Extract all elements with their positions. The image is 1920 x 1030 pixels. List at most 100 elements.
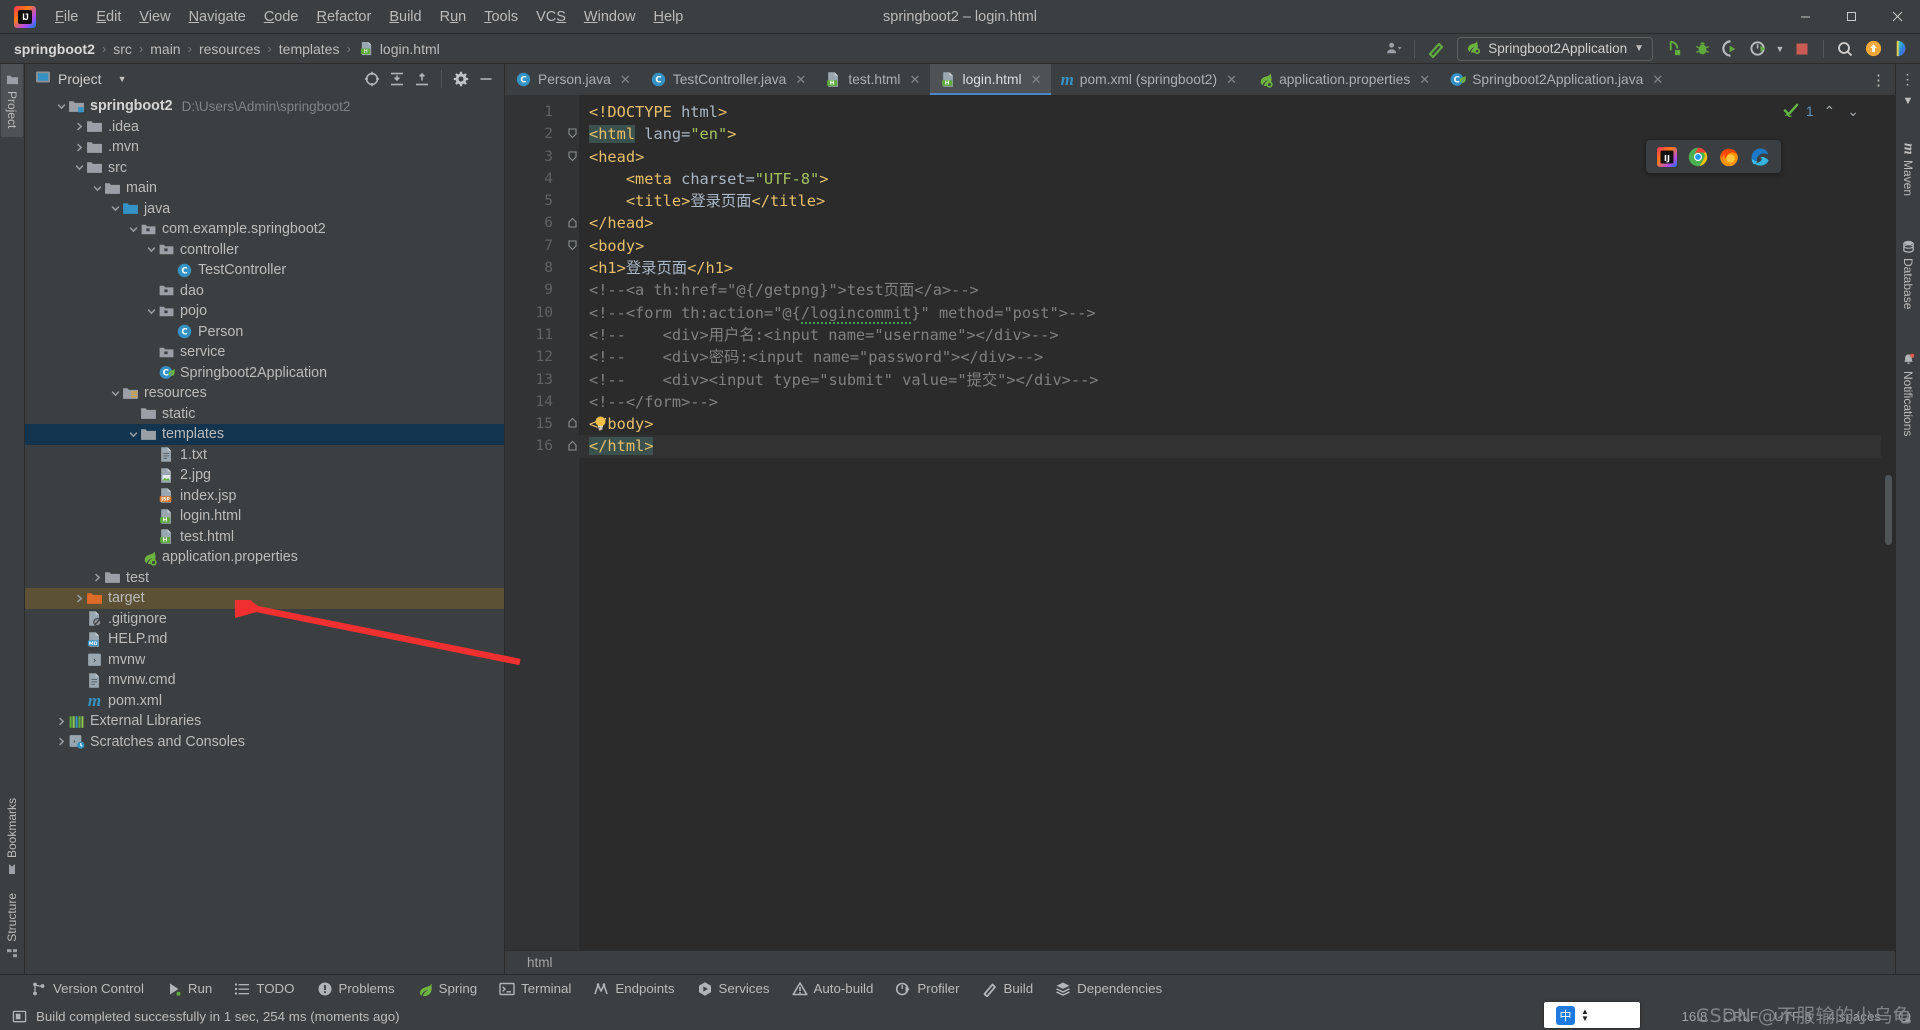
bottom-tool-window-version-control[interactable]: Version Control [20,978,155,1000]
collapse-editor-icon[interactable]: ▼ [1896,90,1920,112]
intellij-idea-icon[interactable]: IJ [1657,146,1677,167]
code-line[interactable]: </body> [579,413,1881,435]
menu-view[interactable]: View [130,5,179,29]
bottom-tool-window-terminal[interactable]: Terminal [488,978,582,1000]
code-line[interactable]: </head> [579,212,1881,234]
chevron-down-icon[interactable] [145,243,158,256]
chevron-down-icon[interactable] [127,223,140,236]
breadcrumb-item-main[interactable]: main [150,41,180,57]
ime-caret-down-icon[interactable]: ▼ [1581,1015,1589,1023]
code-line[interactable]: <title>登录页面</title> [579,190,1881,212]
edge-icon[interactable] [1750,147,1770,167]
close-tab-icon[interactable]: ✕ [794,72,807,88]
menu-navigate[interactable]: Navigate [180,5,255,29]
chevron-down-icon[interactable] [91,182,104,195]
intention-lightbulb-icon[interactable] [593,415,608,436]
editor-options-icon[interactable]: ⋮ [1896,68,1920,90]
close-button[interactable] [1874,0,1920,34]
tree-node-java[interactable]: java [25,199,504,220]
tool-window-button-bookmarks[interactable]: Bookmarks [1,789,23,884]
close-tab-icon[interactable]: ✕ [619,72,632,88]
menu-edit[interactable]: Edit [87,5,130,29]
fold-close-icon[interactable] [565,435,579,457]
tool-window-button-project[interactable]: Project [1,64,23,138]
breadcrumb-item-templates[interactable]: templates [279,41,340,57]
editor-fold-column[interactable] [565,95,579,950]
menu-tools[interactable]: Tools [475,5,527,29]
ime-indicator-popup[interactable]: 中 ▲ ▼ [1544,1002,1640,1028]
code-line[interactable]: <!--</form>--> [579,391,1881,413]
editor-gutter[interactable]: 1 2 3 4 5 6 7 8 9 10 11 12 13 14 15 16 [505,95,565,950]
tree-node-mvn[interactable]: .mvn [25,137,504,158]
code-line[interactable]: <body> [579,235,1881,257]
tree-node-src[interactable]: src [25,158,504,179]
run-with-coverage-icon[interactable] [1717,37,1743,61]
project-tree[interactable]: springboot2 D:\Users\Admin\springboot2 .id… [25,94,504,974]
inspections-widget[interactable]: 1 ⌃ ⌄ [1775,101,1867,121]
code-content[interactable]: IJ <!DOCTYPE html> <html lang="en"> <head>… [579,95,1881,950]
fold-open-icon[interactable] [565,123,579,145]
bottom-tool-window-run[interactable]: Run [155,978,223,1000]
bottom-tool-window-auto-build[interactable]: Auto-build [781,978,885,1000]
select-opened-file-icon[interactable] [360,68,384,90]
tree-node-index-jsp[interactable]: JSP index.jsp [25,486,504,507]
more-tabs-icon[interactable]: ⋮ [1867,69,1891,91]
menu-run[interactable]: Run [431,5,476,29]
tree-node-mvnw-cmd[interactable]: mvnw.cmd [25,670,504,691]
tree-node-help-md[interactable]: MD HELP.md [25,629,504,650]
hide-icon[interactable] [474,68,498,90]
tree-node-gitignore[interactable]: .gitignore [25,609,504,630]
tree-node-com-example-springboot2[interactable]: com.example.springboot2 [25,219,504,240]
next-problem-icon[interactable]: ⌄ [1847,103,1859,120]
breadcrumb-item-file[interactable]: login.html [380,41,440,57]
tool-window-button-maven[interactable]: m Maven [1896,134,1920,205]
firefox-icon[interactable] [1719,147,1739,167]
tool-window-button-database[interactable]: Database [1897,231,1919,318]
breadcrumb-item-resources[interactable]: resources [199,41,260,57]
chevron-right-icon[interactable] [73,592,86,605]
bottom-tool-window-profiler[interactable]: Profiler [884,978,970,1000]
chevron-down-icon[interactable] [109,202,122,215]
bottom-tool-window-problems[interactable]: Problems [306,978,406,1000]
tree-node-pom-xml[interactable]: m pom.xml [25,691,504,712]
stop-icon[interactable] [1789,37,1815,61]
tree-node-2-jpg[interactable]: 2.jpg [25,465,504,486]
tree-node-scratches-and-consoles[interactable]: › Scratches and Consoles [25,732,504,753]
bottom-tool-window-spring[interactable]: Spring [406,978,488,1000]
tree-node-test[interactable]: test [25,568,504,589]
menu-file[interactable]: File [46,5,87,29]
tree-node-login-html[interactable]: Hlogin.html [25,506,504,527]
minimize-button[interactable] [1782,0,1828,34]
chrome-icon[interactable] [1688,147,1708,167]
tree-node-controller[interactable]: controller [25,240,504,261]
code-line[interactable]: <!-- <div><input type="submit" value="提交… [579,369,1881,391]
code-line[interactable]: <!-- <div>密码:<input name="password"></di… [579,346,1881,368]
editor-scrollbar[interactable] [1881,95,1895,950]
chevron-down-icon[interactable] [55,100,68,113]
debug-icon[interactable] [1689,37,1715,61]
maximize-button[interactable] [1828,0,1874,34]
close-tab-icon[interactable]: ✕ [1418,72,1431,88]
fold-close-icon[interactable] [565,413,579,435]
tree-node-service[interactable]: service [25,342,504,363]
chevron-right-icon[interactable] [91,571,104,584]
editor-tab-test-html[interactable]: Htest.html ✕ [815,64,929,95]
tree-node-idea[interactable]: .idea [25,117,504,138]
tree-node-mvnw[interactable]: › mvnw [25,650,504,671]
code-line[interactable]: <!DOCTYPE html> [579,101,1881,123]
editor-tab-person-java[interactable]: C Person.java ✕ [505,64,640,95]
tree-node-target[interactable]: target [25,588,504,609]
tree-node-main[interactable]: main [25,178,504,199]
close-tab-icon[interactable]: ✕ [1651,72,1664,88]
editor-tab-testcontroller-java[interactable]: C TestController.java ✕ [640,64,816,95]
fold-open-icon[interactable] [565,235,579,257]
editor-tab-application-properties[interactable]: application.properties ✕ [1246,64,1439,95]
chevron-down-icon[interactable]: ▼ [1773,37,1787,61]
hammer-build-icon[interactable] [1423,37,1449,61]
updates-icon[interactable] [1860,37,1886,61]
menu-build[interactable]: Build [380,5,430,29]
tree-node-person[interactable]: C Person [25,322,504,343]
bottom-tool-window-dependencies[interactable]: Dependencies [1044,978,1173,1000]
chevron-down-icon[interactable] [127,428,140,441]
fold-close-icon[interactable] [565,212,579,234]
